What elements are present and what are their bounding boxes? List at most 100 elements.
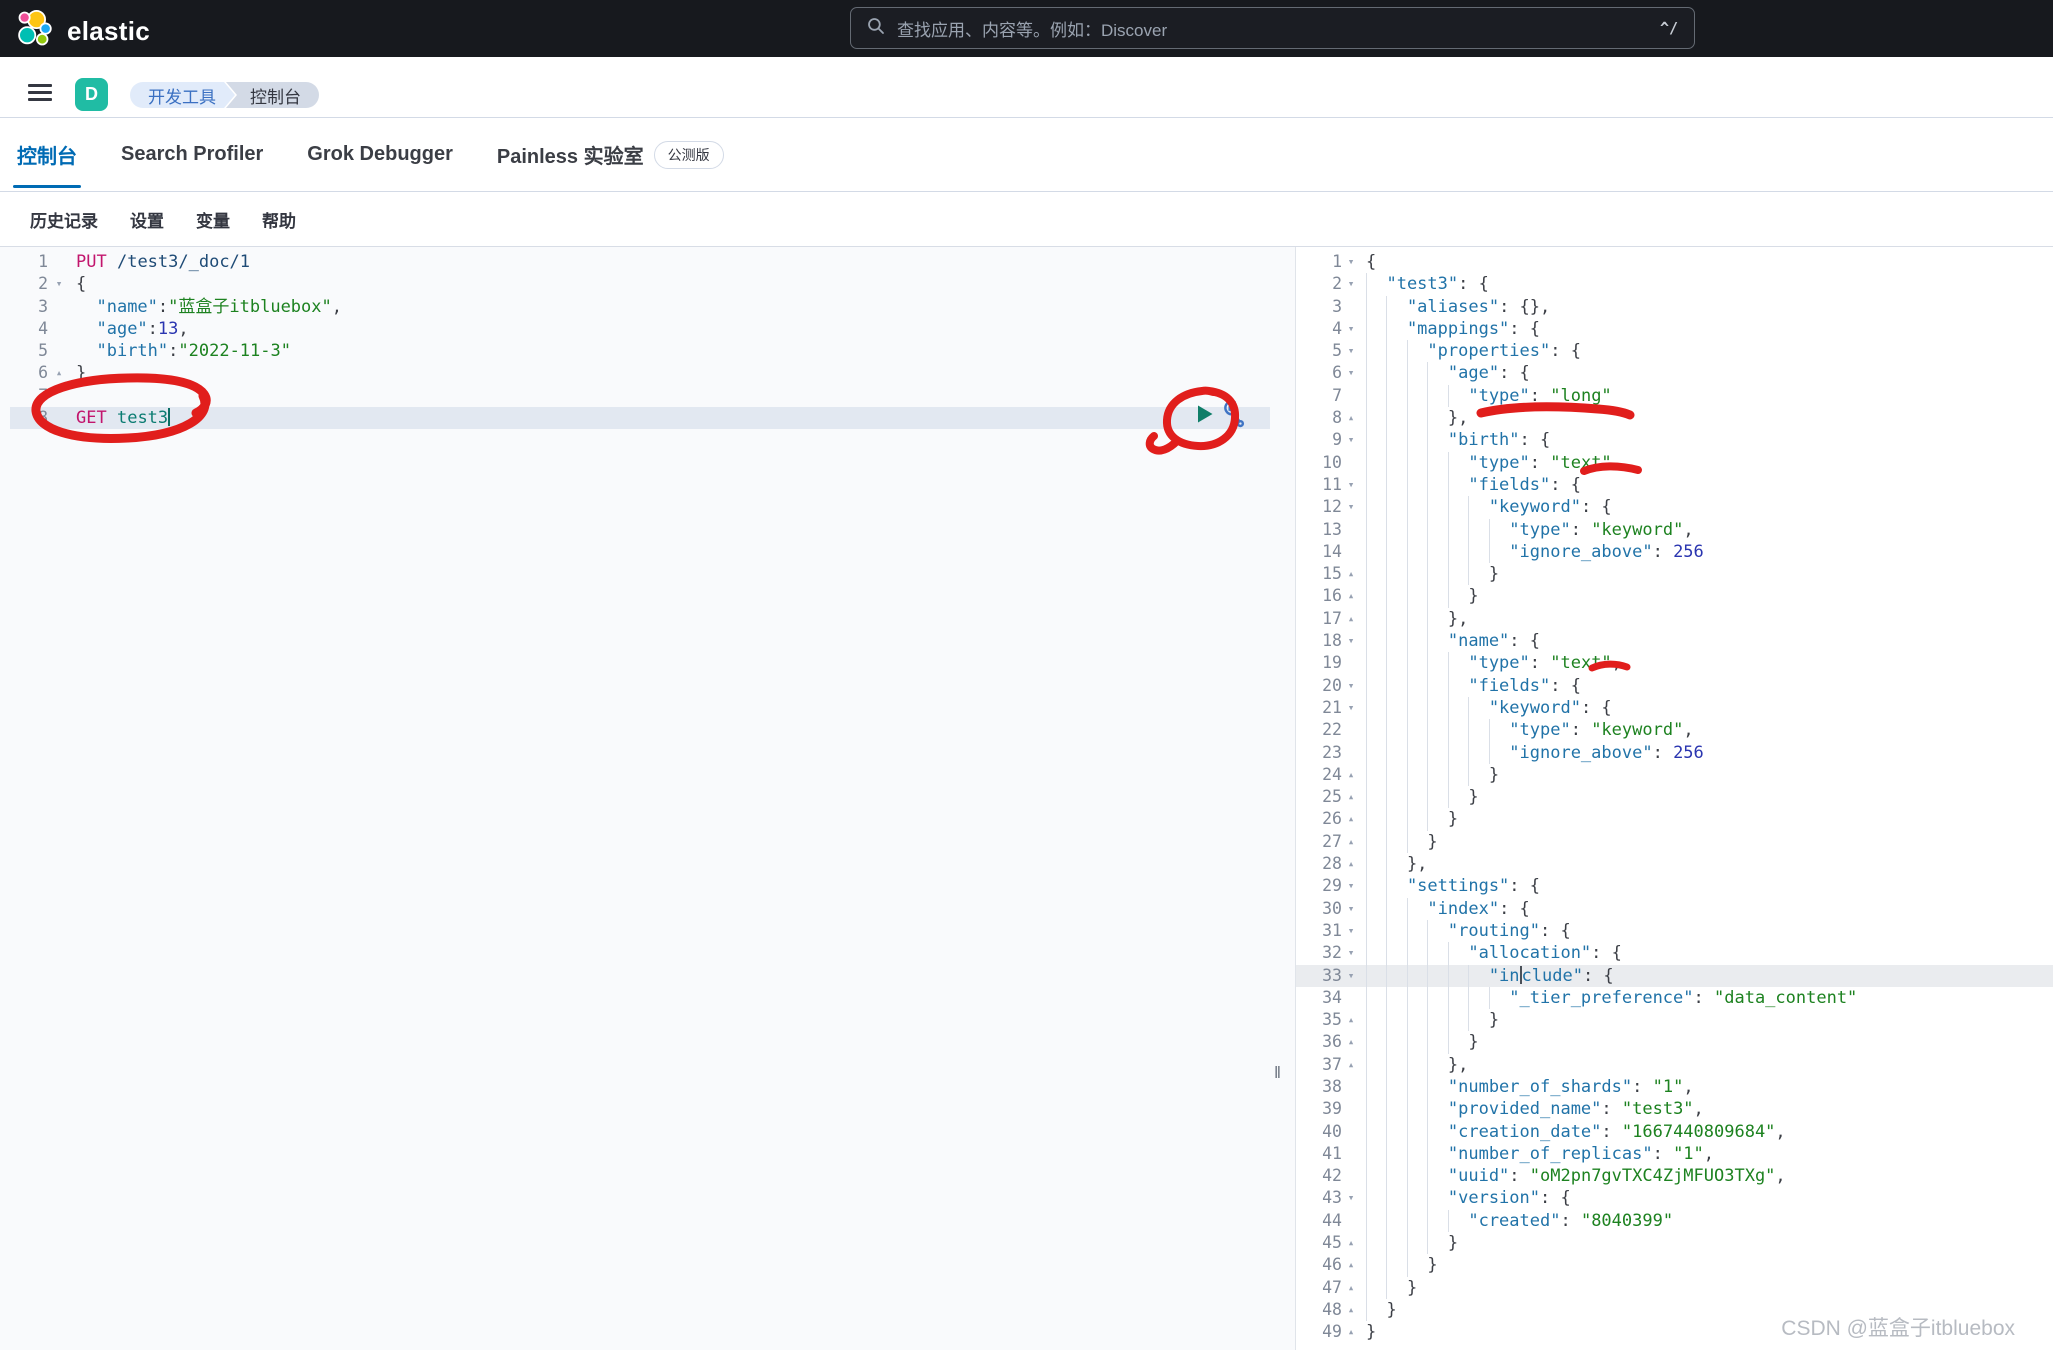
response-line-21: 21▾"keyword": { xyxy=(1296,697,2053,719)
space-avatar[interactable]: D xyxy=(75,78,108,111)
fold-open-icon[interactable]: ▾ xyxy=(1342,474,1360,496)
console-menu-item-0[interactable]: 历史记录 xyxy=(30,207,98,232)
fold-close-icon[interactable]: ▴ xyxy=(1342,808,1360,830)
response-line-8: 8▴}, xyxy=(1296,407,2053,429)
menu-toggle-button[interactable] xyxy=(28,84,52,101)
fold-close-icon[interactable]: ▴ xyxy=(1342,1054,1360,1076)
send-request-button[interactable] xyxy=(1196,399,1214,432)
editor-line-8: 8GET test3 xyxy=(10,407,1270,429)
line-number: 10 xyxy=(1296,452,1342,474)
fold-close-icon[interactable]: ▴ xyxy=(1342,1299,1360,1321)
global-search-input[interactable]: 查找应用、内容等。例如：Discover ^/ xyxy=(850,7,1695,49)
indent-guide xyxy=(1448,786,1468,808)
breadcrumb-item-1[interactable]: 控制台 xyxy=(226,82,319,108)
fold-open-icon[interactable]: ▾ xyxy=(1342,875,1360,897)
fold-close-icon[interactable]: ▴ xyxy=(1342,1321,1360,1343)
fold-open-icon[interactable]: ▾ xyxy=(1342,496,1360,518)
elastic-logo[interactable]: elastic xyxy=(16,8,150,54)
token: : { xyxy=(1540,921,1571,941)
line-number: 24 xyxy=(1296,764,1342,786)
response-line-10: 10"type": "text", xyxy=(1296,452,2053,474)
fold-open-icon[interactable]: ▾ xyxy=(1342,429,1360,451)
elastic-logo-text: elastic xyxy=(67,16,150,47)
fold-close-icon[interactable]: ▴ xyxy=(1342,764,1360,786)
indent-guide xyxy=(1448,652,1468,674)
fold-close-icon[interactable]: ▴ xyxy=(1342,1009,1360,1031)
indent-guide xyxy=(1386,1054,1406,1076)
breadcrumb-item-0[interactable]: 开发工具 xyxy=(130,82,224,108)
fold-close-icon[interactable]: ▴ xyxy=(1342,407,1360,429)
fold-close-icon[interactable]: ▴ xyxy=(1342,585,1360,607)
fold-close-icon[interactable]: ▴ xyxy=(1342,1254,1360,1276)
fold-open-icon[interactable]: ▾ xyxy=(1342,1187,1360,1209)
fold-open-icon[interactable]: ▾ xyxy=(1342,251,1360,273)
indent-guide xyxy=(1448,452,1468,474)
fold-close-icon[interactable]: ▴ xyxy=(1342,1031,1360,1053)
fold-open-icon[interactable]: ▾ xyxy=(1342,318,1360,340)
fold-open-icon[interactable]: ▾ xyxy=(1342,965,1360,987)
response-line-14: 14"ignore_above": 256 xyxy=(1296,541,2053,563)
code-text: "age": { xyxy=(1366,362,1530,384)
indent-guide xyxy=(1427,1187,1447,1209)
fold-open-icon[interactable]: ▾ xyxy=(1342,942,1360,964)
token: "number_of_shards" xyxy=(1448,1077,1632,1097)
tab-search-profiler[interactable]: Search Profiler xyxy=(121,118,263,192)
token: : { xyxy=(1499,363,1530,383)
token: "type" xyxy=(1468,386,1529,406)
indent-guide xyxy=(1448,764,1468,786)
fold-open-icon[interactable]: ▾ xyxy=(1342,697,1360,719)
token: }, xyxy=(1448,1055,1468,1075)
indent-guide xyxy=(1407,429,1427,451)
pane-splitter[interactable]: ‖ xyxy=(1270,493,1295,1350)
fold-close-icon[interactable]: ▴ xyxy=(1342,1277,1360,1299)
tab-grok-debugger[interactable]: Grok Debugger xyxy=(307,118,453,192)
token: "1667440809684" xyxy=(1622,1122,1776,1142)
code-text: "ignore_above": 256 xyxy=(1366,742,1704,764)
tab-控制台[interactable]: 控制台 xyxy=(17,118,77,192)
token: : xyxy=(1530,453,1550,473)
console-menu-item-3[interactable]: 帮助 xyxy=(262,207,296,232)
indent-guide xyxy=(1427,608,1447,630)
fold-open-icon[interactable]: ▾ xyxy=(1342,630,1360,652)
console-menu-item-1[interactable]: 设置 xyxy=(130,207,164,232)
response-line-25: 25▴} xyxy=(1296,786,2053,808)
response-line-32: 32▾"allocation": { xyxy=(1296,942,2053,964)
indent-guide xyxy=(1468,519,1488,541)
fold-open-icon[interactable]: ▾ xyxy=(1342,898,1360,920)
line-number: 28 xyxy=(1296,853,1342,875)
request-editor[interactable]: 1PUT /test3/_doc/12▾{3 "name":"蓝盒子itblue… xyxy=(10,247,1270,1350)
fold-close-icon[interactable]: ▴ xyxy=(1342,786,1360,808)
fold-open-icon[interactable]: ▾ xyxy=(1342,920,1360,942)
token: "mappings" xyxy=(1407,319,1509,339)
indent-guide xyxy=(1386,875,1406,897)
indent-guide xyxy=(1386,764,1406,786)
indent-guide xyxy=(1427,1165,1447,1187)
fold-open-icon[interactable]: ▾ xyxy=(48,273,70,295)
token: "keyword" xyxy=(1591,520,1683,540)
fold-close-icon[interactable]: ▴ xyxy=(48,362,70,384)
indent-guide xyxy=(1407,496,1427,518)
tab-painless-实验室[interactable]: Painless 实验室公测版 xyxy=(497,118,724,192)
fold-close-icon[interactable]: ▴ xyxy=(1342,831,1360,853)
fold-close-icon[interactable]: ▴ xyxy=(1342,563,1360,585)
fold-open-icon[interactable]: ▾ xyxy=(1342,340,1360,362)
code-text: "number_of_shards": "1", xyxy=(1366,1076,1694,1098)
indent-guide xyxy=(1366,1210,1386,1232)
indent-guide xyxy=(1386,853,1406,875)
fold-close-icon[interactable]: ▴ xyxy=(1342,853,1360,875)
token: : { xyxy=(1509,319,1540,339)
response-line-6: 6▾"age": { xyxy=(1296,362,2053,384)
response-viewer[interactable]: 1▾{2▾"test3": {3"aliases": {},4▾"mapping… xyxy=(1295,247,2053,1350)
indent-guide xyxy=(1386,1165,1406,1187)
fold-open-icon[interactable]: ▾ xyxy=(1342,273,1360,295)
fold-close-icon[interactable]: ▴ xyxy=(1342,608,1360,630)
console-menu-item-2[interactable]: 变量 xyxy=(196,207,230,232)
fold-open-icon[interactable]: ▾ xyxy=(1342,362,1360,384)
request-options-button[interactable] xyxy=(1219,399,1245,432)
fold-close-icon[interactable]: ▴ xyxy=(1342,1232,1360,1254)
line-number: 30 xyxy=(1296,898,1342,920)
fold-open-icon[interactable]: ▾ xyxy=(1342,675,1360,697)
code-text: "aliases": {}, xyxy=(1366,296,1550,318)
indent-guide xyxy=(1386,474,1406,496)
indent-guide xyxy=(1489,541,1509,563)
